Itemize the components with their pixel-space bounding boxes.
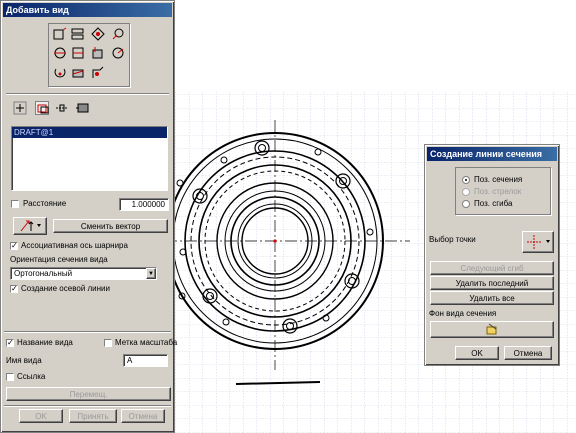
revolved-section-icon[interactable] (53, 66, 67, 80)
vector-arrow-icon (20, 220, 41, 232)
orientation-value: Ортогональный (14, 269, 73, 278)
view-name-checkbox[interactable]: ✓ (6, 339, 14, 347)
orientation-select[interactable]: Ортогональный ▼ (10, 267, 157, 280)
background-label: Фон вида сечения (429, 309, 497, 318)
section-ok-button[interactable]: OK (455, 346, 499, 360)
view-name-input[interactable]: A (123, 354, 168, 367)
view-name-check-label: Название вида (17, 338, 73, 347)
axis-line-checkbox[interactable]: ✓ (10, 285, 18, 293)
move-button[interactable]: Перемещ. (6, 387, 171, 401)
link-label: Ссылка (17, 372, 46, 381)
change-vector-button[interactable]: Сменить вектор (53, 219, 168, 233)
half-section-icon[interactable] (71, 46, 85, 60)
view-name-label: Имя вида (6, 356, 42, 365)
section-cancel-button[interactable]: Отмена (504, 346, 552, 360)
distance-input[interactable]: 1.000000 (119, 198, 169, 211)
orientation-label: Ориентация сечения вида (10, 255, 108, 264)
distance-checkbox[interactable] (11, 200, 19, 208)
arrow-pos-label: Поз. стрелок (474, 187, 522, 196)
cancel-button[interactable]: Отмена (121, 409, 165, 423)
divider (4, 405, 171, 407)
background-button[interactable] (430, 321, 554, 338)
associative-axis-checkbox[interactable]: ✓ (10, 242, 18, 250)
distance-label: Расстояние (23, 199, 67, 208)
section-line-dialog: Создание линии сечения Поз. сечения Поз.… (424, 144, 560, 366)
detail-view-icon[interactable] (111, 27, 125, 41)
apply-button[interactable]: Принять (69, 409, 117, 423)
mode-view-icon[interactable] (35, 101, 49, 115)
divider (4, 331, 171, 333)
point-select-button[interactable] (522, 231, 554, 253)
point-select-label: Выбор точки (429, 235, 476, 244)
ok-button[interactable]: OK (19, 409, 63, 423)
section-view-icon[interactable] (53, 46, 67, 60)
break-out-view-icon[interactable] (91, 66, 105, 80)
associative-axis-label: Ассоциативная ось шарнира (21, 241, 128, 250)
broken-view-icon[interactable] (71, 66, 85, 80)
next-bend-button[interactable]: Следующий сгиб (430, 261, 554, 275)
list-item[interactable]: DRAFT@1 (12, 127, 167, 138)
background-paint-icon (486, 323, 497, 335)
crosshair-icon (527, 235, 550, 249)
delete-last-button[interactable]: Удалить последний (430, 276, 554, 290)
divider (6, 93, 169, 95)
dropdown-arrow-icon[interactable]: ▼ (146, 268, 156, 279)
scale-label-checkbox[interactable] (104, 339, 112, 347)
section-pos-label: Поз. сечения (474, 175, 523, 184)
center-point-marker (273, 239, 277, 243)
bend-pos-label: Поз. сгиба (474, 199, 513, 208)
scale-label: Метка масштаба (115, 338, 178, 347)
section-list[interactable]: DRAFT@1 (11, 126, 168, 191)
mode-section-icon[interactable] (13, 101, 27, 115)
mode-align-icon[interactable] (55, 101, 69, 115)
base-view-icon[interactable] (53, 27, 67, 41)
add-view-title: Добавить вид (3, 3, 172, 17)
delete-all-button[interactable]: Удалить все (430, 291, 554, 305)
vector-dropdown[interactable] (13, 217, 47, 235)
projected-view-icon[interactable] (71, 27, 85, 41)
section-pos-radio[interactable] (462, 176, 470, 184)
auxiliary-view-icon[interactable] (91, 27, 105, 41)
offset-section-icon[interactable] (91, 46, 105, 60)
arrow-pos-radio[interactable] (462, 188, 470, 196)
axis-line-label: Создание осевой линии (21, 284, 110, 293)
link-checkbox[interactable] (6, 373, 14, 381)
add-view-panel: Добавить вид DRAFT@1 Расстояние 1.000000… (0, 0, 178, 433)
bend-pos-radio[interactable] (462, 200, 470, 208)
mode-orient-icon[interactable] (75, 101, 89, 115)
aligned-section-icon[interactable] (111, 46, 125, 60)
section-dialog-title: Создание линии сечения (427, 147, 557, 161)
